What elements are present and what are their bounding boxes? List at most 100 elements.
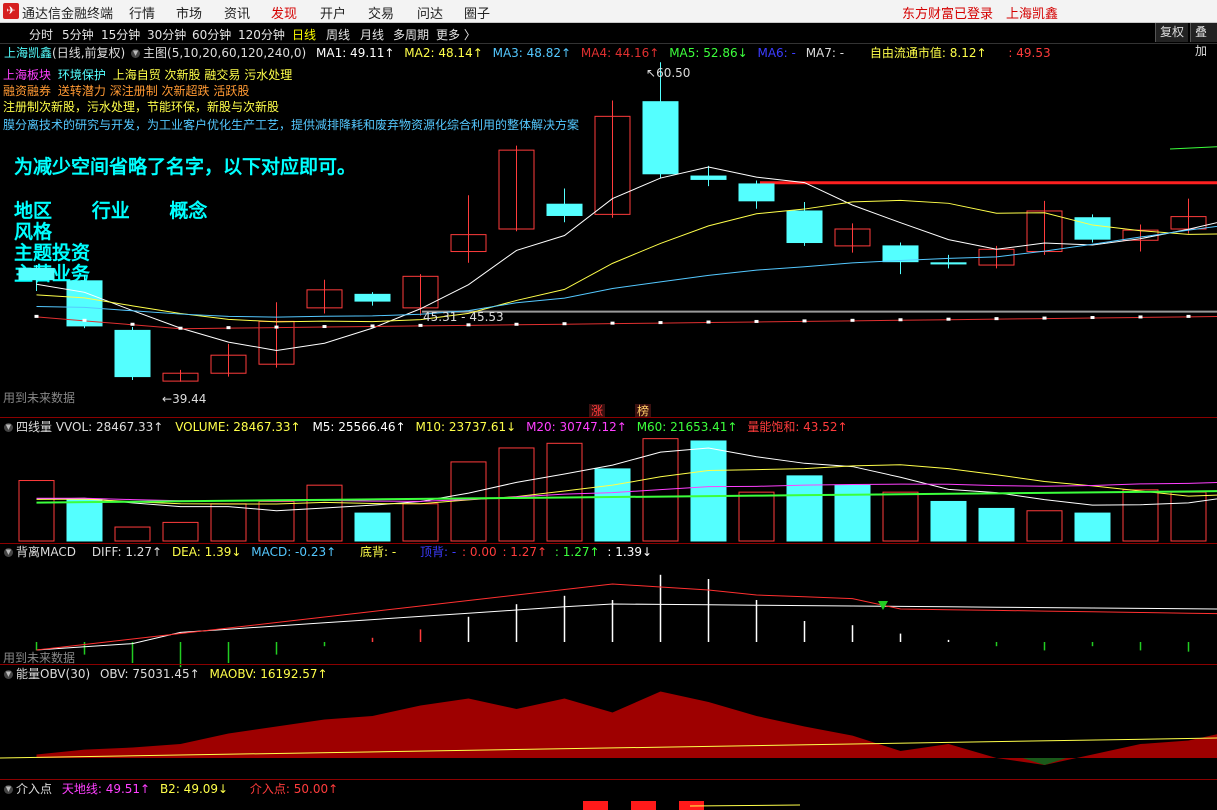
- volume-bar: [930, 500, 967, 542]
- divider-volume-macd: [0, 543, 1217, 544]
- volume-bar: [1122, 489, 1159, 542]
- volume-bar: [450, 461, 487, 542]
- entry-bar: [631, 801, 656, 810]
- volume-bar: [354, 512, 391, 542]
- ma4-dot: [802, 319, 807, 323]
- ma4-dot: [754, 319, 759, 323]
- candle-body: [882, 245, 919, 263]
- volume-bar: [690, 440, 727, 542]
- obv-info-row: ▼ 能量OBV(30) OBV: 75031.45↑ MAOBV: 16192.5…: [4, 667, 328, 681]
- candle-body: [354, 293, 391, 302]
- volume-bar: [738, 491, 775, 542]
- candle-body: [18, 267, 55, 281]
- macd-extra-4: : 1.39↓: [607, 545, 653, 559]
- ma4-line: [36, 316, 1217, 330]
- diff-value: DIFF: 1.27↑: [91, 545, 163, 559]
- candle-body: [642, 101, 679, 175]
- candle-body: [738, 183, 775, 202]
- volume-bar: [18, 480, 55, 542]
- high-price-label: ↖60.50: [646, 66, 691, 80]
- volume-bar: [162, 521, 199, 542]
- entry-line: [689, 804, 801, 807]
- volume-bar: [258, 500, 295, 542]
- divider-main-volume: [0, 417, 1217, 418]
- ma4-dot: [1138, 315, 1143, 319]
- volume-info-row: ▼ 四线量 VVOL: 28467.33↑ VOLUME: 28467.33↑ M…: [4, 420, 848, 434]
- m20-value: M20: 30747.12↑: [526, 420, 627, 434]
- entry-indicator-name[interactable]: ▼ 介入点: [4, 782, 52, 796]
- ma2-line: [36, 199, 1217, 323]
- volume-bar: [882, 491, 919, 542]
- macd-indicator-name[interactable]: ▼ 背离MACD: [4, 545, 76, 559]
- ma4-dot: [610, 321, 615, 325]
- entry-value: 介入点: 50.00↑: [249, 782, 339, 796]
- dropdown-icon[interactable]: ▼: [4, 785, 13, 794]
- ma4-dot: [82, 318, 87, 322]
- ma4-dot: [322, 325, 327, 329]
- volume-bar: [978, 507, 1015, 542]
- candle-body: [546, 203, 583, 216]
- macd-extra-1: : 0.00: [462, 545, 497, 559]
- volume-value: VOLUME: 28467.33↑: [175, 420, 301, 434]
- zhang-badge[interactable]: 涨: [589, 404, 606, 418]
- ma4-dot: [898, 318, 903, 322]
- saturation-value: 量能饱和: 43.52↑: [747, 420, 848, 434]
- dea-value: DEA: 1.39↓: [171, 545, 242, 559]
- dropdown-icon[interactable]: ▼: [4, 548, 13, 557]
- candle-body: [786, 210, 823, 244]
- ma4-dot: [1042, 316, 1047, 320]
- ma4-dot: [274, 325, 279, 329]
- macd-info-row: ▼ 背离MACD DIFF: 1.27↑ DEA: 1.39↓ MACD: -0.…: [4, 545, 652, 559]
- macd-extra-3: : 1.27↑: [554, 545, 600, 559]
- candle-body: [930, 262, 967, 265]
- candle-body: [1074, 217, 1111, 240]
- ma4-dot: [418, 323, 423, 327]
- range-label: 45.31 - 45.53: [423, 310, 504, 324]
- volume-bar: [834, 484, 871, 542]
- obv-indicator-name[interactable]: ▼ 能量OBV(30): [4, 667, 90, 681]
- ma3-line: [36, 225, 1217, 318]
- ma4-dot: [658, 321, 663, 325]
- future-data-note: 用到未来数据: [3, 391, 76, 405]
- bang-badge[interactable]: 榜: [635, 404, 652, 418]
- ma1-line: [36, 166, 1217, 351]
- volume-bar: [210, 503, 247, 542]
- b2-value: B2: 49.09↓: [159, 782, 229, 796]
- ma4-dot: [1090, 316, 1095, 320]
- divider-macd-obv: [0, 664, 1217, 665]
- obv-value: OBV: 75031.45↑: [99, 667, 200, 681]
- volume-bar: [306, 484, 343, 542]
- volume-bar: [66, 498, 103, 542]
- macd-extra-2: : 1.27↑: [502, 545, 548, 559]
- dropdown-icon[interactable]: ▼: [4, 423, 13, 432]
- maobv-value: MAOBV: 16192.57↑: [209, 667, 328, 681]
- tiandi-value: 天地线: 49.51↑: [61, 782, 151, 796]
- m5-value: M5: 25566.46↑: [312, 420, 406, 434]
- candle-body: [114, 329, 151, 378]
- entry-bar: [583, 801, 608, 810]
- dropdown-icon[interactable]: ▼: [4, 670, 13, 679]
- m60-value: M60: 21653.41↑: [636, 420, 738, 434]
- ma4-dot: [946, 317, 951, 321]
- candle-body: [690, 175, 727, 180]
- bottom-divergence: 底背: -: [359, 545, 397, 559]
- ma4-dot: [850, 318, 855, 322]
- volume-bar: [1170, 491, 1207, 542]
- volume-indicator-name[interactable]: ▼ 四线量: [4, 420, 52, 434]
- ma4-dot: [226, 326, 231, 330]
- volume-bar: [498, 447, 535, 542]
- ma4-dot: [130, 322, 135, 326]
- low-price-label: ←39.44: [162, 392, 207, 406]
- ma4-dot: [994, 317, 999, 321]
- volume-bar: [402, 503, 439, 542]
- macd-value: MACD: -0.23↑: [251, 545, 337, 559]
- volume-bar: [1026, 510, 1063, 542]
- ma4-dot: [514, 322, 519, 326]
- macd-future-note: 用到未来数据: [3, 651, 76, 665]
- ma4-dot: [34, 314, 39, 318]
- vvol-value: VVOL: 28467.33↑: [55, 420, 164, 434]
- ma5-line: [1169, 146, 1217, 150]
- ma4-dot: [370, 324, 375, 328]
- m10-value: M10: 23737.61↓: [415, 420, 517, 434]
- diff-line: [36, 583, 1217, 651]
